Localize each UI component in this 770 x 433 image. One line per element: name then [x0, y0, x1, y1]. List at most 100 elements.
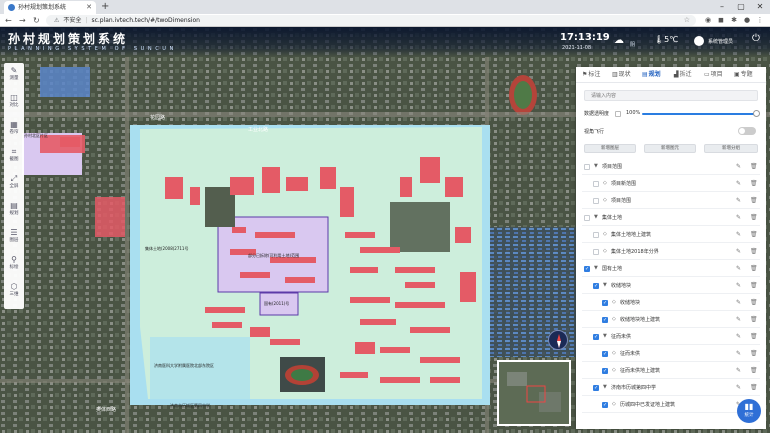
add-group-button[interactable]: 新增分组	[704, 144, 758, 153]
maximize-icon[interactable]: ▢	[731, 0, 751, 14]
delete-icon[interactable]: 🗑	[750, 180, 758, 187]
delete-icon[interactable]: 🗑	[750, 384, 758, 391]
close-tab-icon[interactable]: ✕	[86, 1, 92, 14]
tool-fullscreen[interactable]: ⤢ 全屏	[4, 173, 24, 195]
statistics-button[interactable]: ▮▮ 统计	[737, 399, 761, 423]
tree-row[interactable]: ✓ ◇ 收储地块 ✎ 🗑	[576, 295, 766, 311]
tree-row[interactable]: ✓ ◇ 收储地块地上建筑 ✎ 🗑	[576, 312, 766, 328]
tree-row[interactable]: ◇ 集体土地地上建筑 ✎ 🗑	[576, 227, 766, 243]
edit-icon[interactable]: ✎	[736, 265, 741, 272]
expand-caret-icon[interactable]: ▼	[603, 282, 607, 288]
tree-row[interactable]: ▼ 项目范围 ✎ 🗑	[576, 159, 766, 175]
puzzle-icon[interactable]: ✱	[729, 15, 739, 26]
tool-crop[interactable]: ⌗ 截图	[4, 146, 24, 168]
tree-row[interactable]: ✓ ◇ 征而未供 ✎ 🗑	[576, 346, 766, 362]
tool-layers[interactable]: ☰ 图层	[4, 227, 24, 249]
edit-icon[interactable]: ✎	[736, 163, 741, 170]
layer-checkbox[interactable]: ✓	[593, 283, 599, 289]
expand-caret-icon[interactable]: ▼	[594, 163, 598, 169]
profile-icon[interactable]: ●	[742, 15, 752, 26]
tool-ruler[interactable]: ✎ 测量	[4, 65, 24, 87]
tree-row[interactable]: ✓ ◇ 征而未供地上建筑 ✎ 🗑	[576, 363, 766, 379]
tree-row[interactable]: ◇ 项目新范围 ✎ 🗑	[576, 176, 766, 192]
delete-icon[interactable]: 🗑	[750, 265, 758, 272]
search-input[interactable]	[584, 90, 758, 101]
edit-icon[interactable]: ✎	[736, 282, 741, 289]
delete-icon[interactable]: 🗑	[750, 214, 758, 221]
layer-checkbox[interactable]: ✓	[602, 300, 608, 306]
delete-icon[interactable]: 🗑	[750, 231, 758, 238]
tab-building[interactable]: ▟拆迁	[674, 70, 692, 80]
close-window-icon[interactable]: ✕	[750, 0, 770, 14]
menu-icon[interactable]: ⋮	[755, 15, 765, 26]
edit-icon[interactable]: ✎	[736, 180, 741, 187]
edit-icon[interactable]: ✎	[736, 316, 741, 323]
new-tab-icon[interactable]: +	[101, 1, 109, 13]
edit-icon[interactable]: ✎	[736, 248, 741, 255]
delete-icon[interactable]: 🗑	[750, 248, 758, 255]
layer-checkbox[interactable]	[593, 232, 599, 238]
reload-icon[interactable]: ↻	[33, 15, 40, 26]
tree-row[interactable]: ▼ 集体土地 ✎ 🗑	[576, 210, 766, 226]
edit-icon[interactable]: ✎	[736, 299, 741, 306]
expand-caret-icon[interactable]: ▼	[594, 265, 598, 271]
edit-icon[interactable]: ✎	[736, 367, 741, 374]
layer-checkbox[interactable]: ✓	[602, 368, 608, 374]
edit-icon[interactable]: ✎	[736, 197, 741, 204]
layer-checkbox[interactable]	[593, 181, 599, 187]
tab-topic[interactable]: ▣专题	[734, 70, 753, 80]
expand-caret-icon[interactable]: ▼	[603, 384, 607, 390]
tool-grid[interactable]: ▦ 卷帘	[4, 119, 24, 141]
expand-caret-icon[interactable]: ▼	[594, 214, 598, 220]
tab-folder[interactable]: ▭项目	[704, 70, 723, 80]
office-icon[interactable]: ◼	[716, 15, 726, 26]
layer-checkbox[interactable]: ✓	[593, 334, 599, 340]
edit-icon[interactable]: ✎	[736, 231, 741, 238]
tree-row[interactable]: ✓ ▼ 济南市历城第四中学 ✎ 🗑	[576, 380, 766, 396]
opacity-slider-handle[interactable]	[753, 110, 760, 117]
tab-plan[interactable]: ▤规划	[642, 70, 661, 80]
opacity-slider[interactable]	[642, 113, 756, 115]
opacity-checkbox[interactable]	[615, 111, 621, 117]
bookmark-star-icon[interactable]: ☆	[684, 15, 690, 26]
edit-icon[interactable]: ✎	[736, 350, 741, 357]
edit-icon[interactable]: ✎	[736, 384, 741, 391]
layer-checkbox[interactable]	[584, 215, 590, 221]
layer-checkbox[interactable]	[593, 249, 599, 255]
tree-row[interactable]: ◇ 集体土地2018年分界 ✎ 🗑	[576, 244, 766, 260]
layer-checkbox[interactable]: ✓	[584, 266, 590, 272]
user-avatar-icon[interactable]	[694, 36, 704, 46]
tab-chart[interactable]: ▥现状	[612, 70, 631, 80]
tool-cube[interactable]: ⬡ 三维	[4, 281, 24, 303]
tree-row[interactable]: ◇ 项目范围 ✎ 🗑	[576, 193, 766, 209]
delete-icon[interactable]: 🗑	[750, 367, 758, 374]
layer-checkbox[interactable]: ✓	[593, 385, 599, 391]
user-name[interactable]: 系统管理员	[708, 38, 733, 45]
browser-tab[interactable]: 孙村规划策划系统 ✕	[4, 1, 96, 14]
extension-icon[interactable]: ◉	[703, 15, 713, 26]
layer-checkbox[interactable]	[584, 164, 590, 170]
edit-icon[interactable]: ✎	[736, 214, 741, 221]
layer-checkbox[interactable]	[593, 198, 599, 204]
logout-icon[interactable]: ⏻	[752, 33, 760, 44]
minimize-icon[interactable]: –	[712, 0, 732, 14]
delete-icon[interactable]: 🗑	[750, 163, 758, 170]
overview-map[interactable]	[497, 360, 571, 426]
edit-icon[interactable]: ✎	[736, 333, 741, 340]
delete-icon[interactable]: 🗑	[750, 316, 758, 323]
delete-icon[interactable]: 🗑	[750, 197, 758, 204]
delete-icon[interactable]: 🗑	[750, 350, 758, 357]
delete-icon[interactable]: 🗑	[750, 299, 758, 306]
url-input[interactable]: ⚠ 不安全 | sc.plan.ivtech.tech/#/twoDimension …	[46, 15, 696, 26]
layer-checkbox[interactable]: ✓	[602, 317, 608, 323]
delete-icon[interactable]: 🗑	[750, 333, 758, 340]
add-layer-button[interactable]: 新增图层	[584, 144, 636, 153]
compass-icon[interactable]	[548, 330, 568, 350]
back-icon[interactable]: ←	[5, 15, 12, 26]
tab-flag[interactable]: ⚑标注	[582, 70, 600, 80]
expand-caret-icon[interactable]: ▼	[603, 333, 607, 339]
add-element-button[interactable]: 新增图元	[644, 144, 696, 153]
tree-row[interactable]: ✓ ▼ 收储地块 ✎ 🗑	[576, 278, 766, 294]
layer-checkbox[interactable]: ✓	[602, 402, 608, 408]
tool-split[interactable]: ◫ 对比	[4, 92, 24, 114]
